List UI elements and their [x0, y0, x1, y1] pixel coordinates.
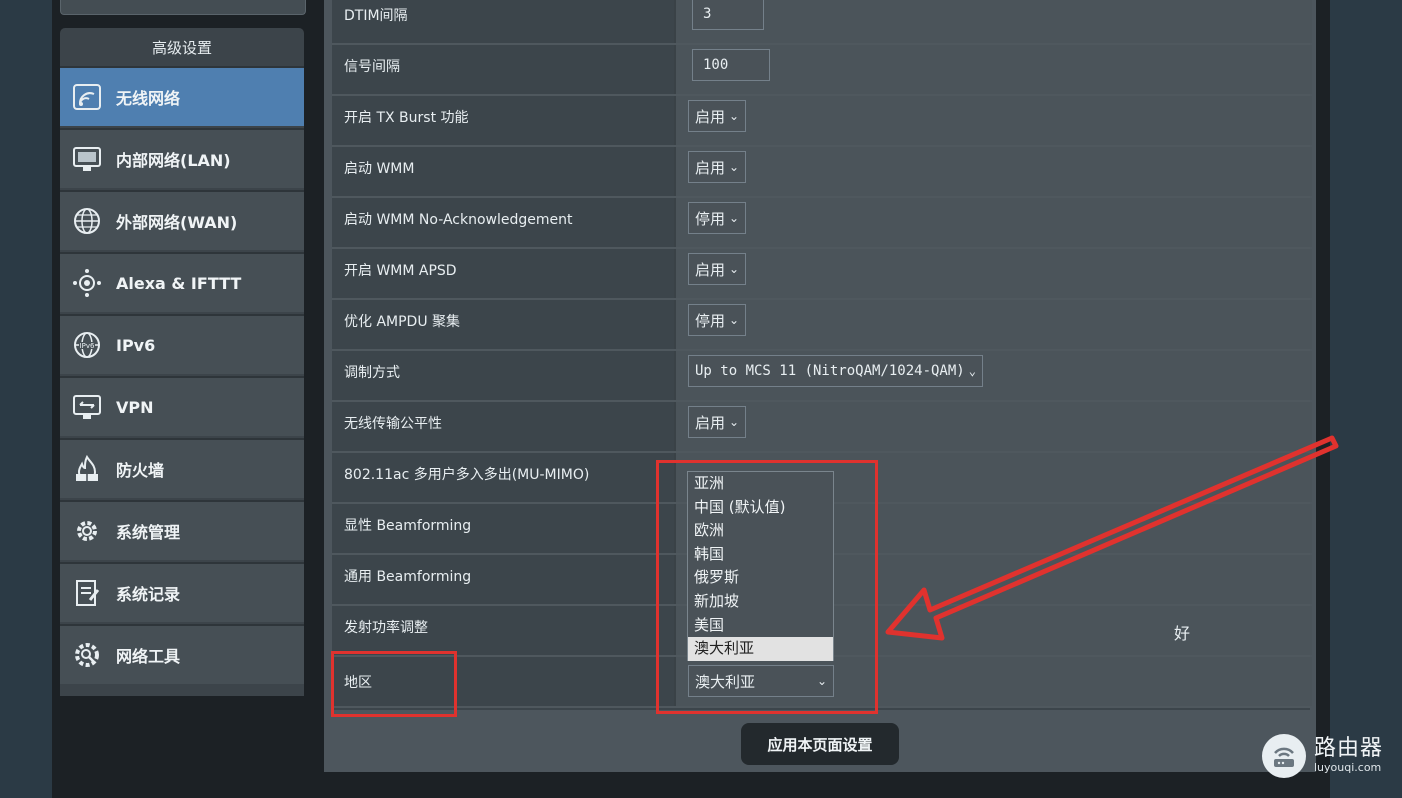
beacon-input[interactable]: 100: [692, 49, 770, 81]
wmm-apsd-select[interactable]: 启用 ⌄: [688, 253, 747, 285]
setting-label: 调制方式: [344, 365, 400, 381]
tx-power-level-text: 好: [1174, 624, 1191, 643]
setting-row-wmm-noack: 启动 WMM No-Acknowledgement 停用 ⌄: [332, 198, 1312, 249]
setting-row-dtim: DTIM间隔 3: [332, 0, 1312, 45]
globe-icon: [72, 206, 102, 236]
sidebar-item-label: Alexa & IFTTT: [116, 273, 242, 293]
sidebar-item-label: 网络工具: [116, 647, 181, 666]
chevron-down-icon: ⌄: [729, 313, 740, 327]
right-background: [1330, 0, 1402, 798]
modulation-select[interactable]: Up to MCS 11 (NitroQAM/1024-QAM) ⌄: [688, 355, 983, 387]
sidebar-top-stub: [60, 0, 306, 15]
setting-label: 802.11ac 多用户多入多出(MU-MIMO): [344, 467, 590, 483]
sidebar-item-wireless[interactable]: 无线网络: [60, 66, 304, 126]
wifi-icon: [72, 82, 102, 112]
apply-button[interactable]: 应用本页面设置: [741, 723, 899, 765]
watermark-url: luyouqi.com: [1314, 761, 1382, 774]
gear-icon: [72, 516, 102, 546]
sidebar-item-label: 系统管理: [116, 523, 181, 542]
chevron-down-icon: ⌄: [729, 211, 740, 225]
firewall-icon: [72, 454, 102, 484]
setting-label: 优化 AMPDU 聚集: [344, 314, 461, 330]
footer-area: [332, 780, 1310, 798]
watermark: 路由器 luyouqi.com: [1262, 734, 1383, 778]
sidebar-item-wan[interactable]: 外部网络(WAN): [60, 190, 304, 250]
dtim-input[interactable]: 3: [692, 0, 764, 30]
sidebar-item-system-log[interactable]: 系统记录: [60, 562, 304, 622]
airtime-fairness-select[interactable]: 启用 ⌄: [688, 406, 747, 438]
setting-row-airtime-fairness: 无线传输公平性 启用 ⌄: [332, 402, 1312, 453]
setting-label: 显性 Beamforming: [344, 518, 472, 534]
chevron-down-icon: ⌄: [729, 109, 740, 123]
setting-label: 启动 WMM: [344, 161, 415, 177]
router-logo-icon: [1262, 734, 1306, 778]
tx-burst-select[interactable]: 启用 ⌄: [688, 100, 747, 132]
region-dropdown-highlight: [656, 460, 878, 714]
sidebar-item-vpn[interactable]: VPN: [60, 376, 304, 436]
tools-icon: [72, 640, 102, 670]
sidebar-item-label: 无线网络: [116, 89, 181, 108]
svg-text:IPv6: IPv6: [80, 342, 95, 350]
sidebar-item-label: 内部网络(LAN): [116, 151, 231, 170]
sidebar-item-alexa-ifttt[interactable]: Alexa & IFTTT: [60, 252, 304, 312]
sidebar-item-firewall[interactable]: 防火墙: [60, 438, 304, 498]
monitor-icon: [72, 144, 102, 174]
sidebar-item-label: 系统记录: [116, 585, 181, 604]
sidebar: 高级设置 无线网络 内部网络(LAN) 外部网络(WAN) Alexa & IF…: [60, 28, 304, 696]
sidebar-item-label: 防火墙: [116, 461, 165, 480]
chevron-down-icon: ⌄: [968, 364, 976, 378]
chevron-down-icon: ⌄: [729, 160, 740, 174]
setting-label: 信号间隔: [344, 59, 400, 75]
setting-label: DTIM间隔: [344, 8, 408, 24]
setting-row-wmm: 启动 WMM 启用 ⌄: [332, 147, 1312, 198]
wmm-select[interactable]: 启用 ⌄: [688, 151, 747, 183]
setting-row-tx-burst: 开启 TX Burst 功能 启用 ⌄: [332, 96, 1312, 147]
setting-label: 无线传输公平性: [344, 416, 442, 432]
setting-row-beacon: 信号间隔 100: [332, 45, 1312, 96]
ampdu-select[interactable]: 停用 ⌄: [688, 304, 747, 336]
sidebar-item-ipv6[interactable]: IPv6 IPv6: [60, 314, 304, 374]
sidebar-item-lan[interactable]: 内部网络(LAN): [60, 128, 304, 188]
ipv6-globe-icon: IPv6: [72, 330, 102, 360]
sidebar-title: 高级设置: [151, 39, 212, 57]
setting-label: 启动 WMM No-Acknowledgement: [344, 212, 573, 228]
setting-label: 开启 TX Burst 功能: [344, 110, 469, 126]
sidebar-item-label: 外部网络(WAN): [116, 213, 238, 232]
setting-label: 发射功率调整: [344, 620, 428, 636]
region-label-highlight: [331, 651, 457, 717]
sidebar-item-label: VPN: [116, 397, 154, 417]
setting-row-ampdu: 优化 AMPDU 聚集 停用 ⌄: [332, 300, 1312, 351]
vpn-icon: [72, 392, 102, 422]
watermark-title: 路由器: [1314, 736, 1384, 761]
log-icon: [72, 578, 102, 608]
sidebar-item-label: IPv6: [116, 335, 156, 355]
wmm-noack-select[interactable]: 停用 ⌄: [688, 202, 747, 234]
alexa-icon: [72, 268, 102, 298]
chevron-down-icon: ⌄: [729, 415, 740, 429]
setting-label: 开启 WMM APSD: [344, 263, 457, 279]
sidebar-item-network-tools[interactable]: 网络工具: [60, 624, 304, 684]
setting-row-wmm-apsd: 开启 WMM APSD 启用 ⌄: [332, 249, 1312, 300]
setting-row-modulation: 调制方式 Up to MCS 11 (NitroQAM/1024-QAM) ⌄: [332, 351, 1312, 402]
sidebar-item-administration[interactable]: 系统管理: [60, 500, 304, 560]
setting-label: 通用 Beamforming: [344, 569, 472, 585]
chevron-down-icon: ⌄: [729, 262, 740, 276]
